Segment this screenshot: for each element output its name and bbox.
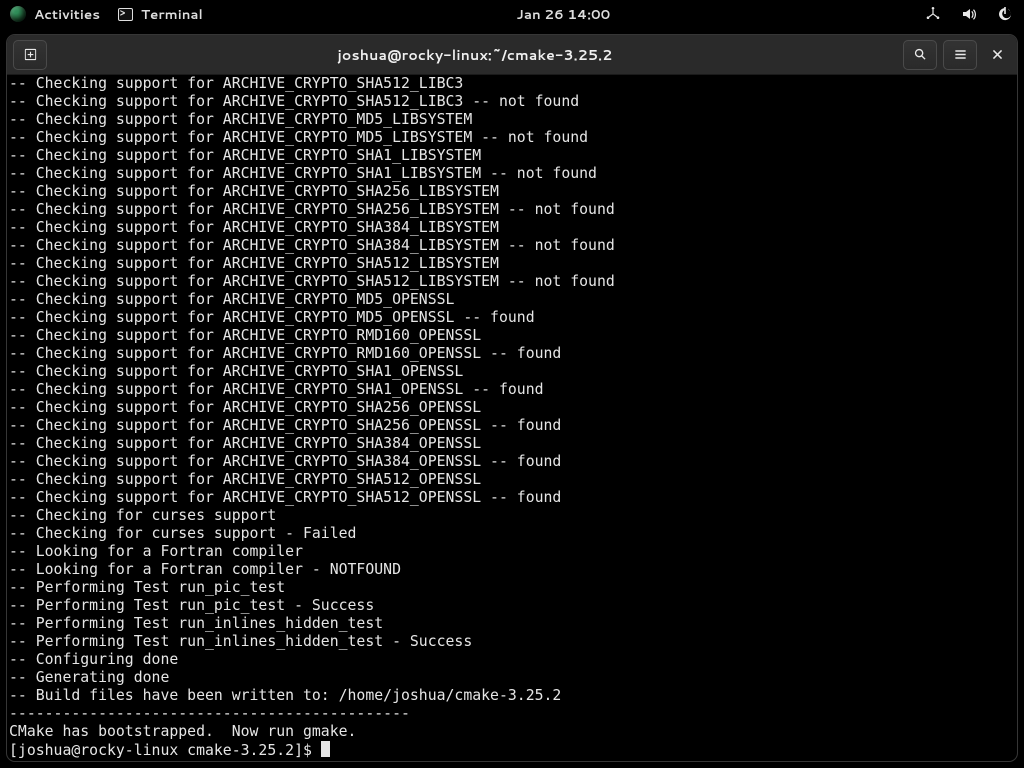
terminal-output-line: -- Checking support for ARCHIVE_CRYPTO_S… — [9, 417, 1015, 435]
clock[interactable]: Jan 26 14:00 — [203, 5, 924, 24]
terminal-output-line: -- Checking support for ARCHIVE_CRYPTO_S… — [9, 255, 1015, 273]
terminal-output-line: ----------------------------------------… — [9, 705, 1015, 723]
terminal-output-line: -- Checking support for ARCHIVE_CRYPTO_S… — [9, 399, 1015, 417]
hamburger-menu-button[interactable] — [943, 40, 977, 70]
terminal-output-line: -- Checking support for ARCHIVE_CRYPTO_S… — [9, 237, 1015, 255]
terminal-output-line: -- Looking for a Fortran compiler — [9, 543, 1015, 561]
terminal-output-line: -- Checking support for ARCHIVE_CRYPTO_S… — [9, 489, 1015, 507]
terminal-output-line: -- Checking support for ARCHIVE_CRYPTO_M… — [9, 309, 1015, 327]
terminal-output-line: -- Checking support for ARCHIVE_CRYPTO_S… — [9, 381, 1015, 399]
terminal-output-line: -- Checking support for ARCHIVE_CRYPTO_S… — [9, 201, 1015, 219]
terminal-output-line: -- Checking support for ARCHIVE_CRYPTO_M… — [9, 291, 1015, 309]
terminal-prompt-line[interactable]: [joshua@rocky-linux cmake-3.25.2]$ — [9, 741, 1015, 759]
terminal-output-line: -- Configuring done — [9, 651, 1015, 669]
terminal-output-line: -- Performing Test run_pic_test - Succes… — [9, 597, 1015, 615]
terminal-output-line: CMake has bootstrapped. Now run gmake. — [9, 723, 1015, 741]
terminal-output-line: -- Checking support for ARCHIVE_CRYPTO_S… — [9, 219, 1015, 237]
activities-label: Activities — [34, 5, 100, 24]
terminal-output-line: -- Checking for curses support — [9, 507, 1015, 525]
terminal-app-icon — [118, 8, 133, 21]
terminal-output-line: -- Performing Test run_inlines_hidden_te… — [9, 615, 1015, 633]
terminal-output-line: -- Checking support for ARCHIVE_CRYPTO_S… — [9, 165, 1015, 183]
active-app-label: Terminal — [141, 5, 203, 24]
terminal-output-line: -- Build files have been written to: /ho… — [9, 687, 1015, 705]
active-app-indicator[interactable]: Terminal — [118, 5, 203, 24]
terminal-output-line: -- Checking support for ARCHIVE_CRYPTO_S… — [9, 273, 1015, 291]
terminal-window: joshua@rocky-linux:~/cmake-3.25.2 -- Che… — [6, 34, 1018, 762]
gnome-topbar: Activities Terminal Jan 26 14:00 — [0, 0, 1024, 28]
terminal-output-line: -- Checking support for ARCHIVE_CRYPTO_M… — [9, 129, 1015, 147]
terminal-output-line: -- Checking support for ARCHIVE_CRYPTO_S… — [9, 453, 1015, 471]
activities-button[interactable]: Activities — [10, 5, 100, 24]
terminal-output-line: -- Looking for a Fortran compiler - NOTF… — [9, 561, 1015, 579]
volume-icon[interactable] — [960, 5, 978, 23]
terminal-output-line: -- Checking support for ARCHIVE_CRYPTO_M… — [9, 111, 1015, 129]
power-icon[interactable] — [996, 5, 1014, 23]
terminal-output-line: -- Checking for curses support - Failed — [9, 525, 1015, 543]
terminal-cursor — [321, 741, 330, 757]
terminal-output-line: -- Checking support for ARCHIVE_CRYPTO_S… — [9, 93, 1015, 111]
terminal-output-line: -- Checking support for ARCHIVE_CRYPTO_S… — [9, 471, 1015, 489]
terminal-viewport[interactable]: -- Checking support for ARCHIVE_CRYPTO_S… — [7, 75, 1017, 761]
terminal-output-line: -- Checking support for ARCHIVE_CRYPTO_S… — [9, 75, 1015, 93]
search-button[interactable] — [903, 40, 937, 70]
terminal-output-line: -- Performing Test run_pic_test — [9, 579, 1015, 597]
window-title: joshua@rocky-linux:~/cmake-3.25.2 — [47, 45, 903, 65]
window-close-button[interactable] — [983, 41, 1011, 69]
terminal-output-line: -- Checking support for ARCHIVE_CRYPTO_R… — [9, 327, 1015, 345]
window-titlebar: joshua@rocky-linux:~/cmake-3.25.2 — [7, 35, 1017, 75]
network-icon[interactable] — [924, 5, 942, 23]
terminal-output-line: -- Checking support for ARCHIVE_CRYPTO_S… — [9, 183, 1015, 201]
terminal-output-line: -- Checking support for ARCHIVE_CRYPTO_S… — [9, 147, 1015, 165]
new-tab-button[interactable] — [13, 40, 47, 70]
terminal-output-line: -- Generating done — [9, 669, 1015, 687]
activities-logo-icon — [10, 6, 26, 22]
terminal-output-line: -- Checking support for ARCHIVE_CRYPTO_S… — [9, 363, 1015, 381]
terminal-output-line: -- Performing Test run_inlines_hidden_te… — [9, 633, 1015, 651]
terminal-output-line: -- Checking support for ARCHIVE_CRYPTO_S… — [9, 435, 1015, 453]
terminal-output-line: -- Checking support for ARCHIVE_CRYPTO_R… — [9, 345, 1015, 363]
clock-label: Jan 26 14:00 — [517, 5, 611, 24]
